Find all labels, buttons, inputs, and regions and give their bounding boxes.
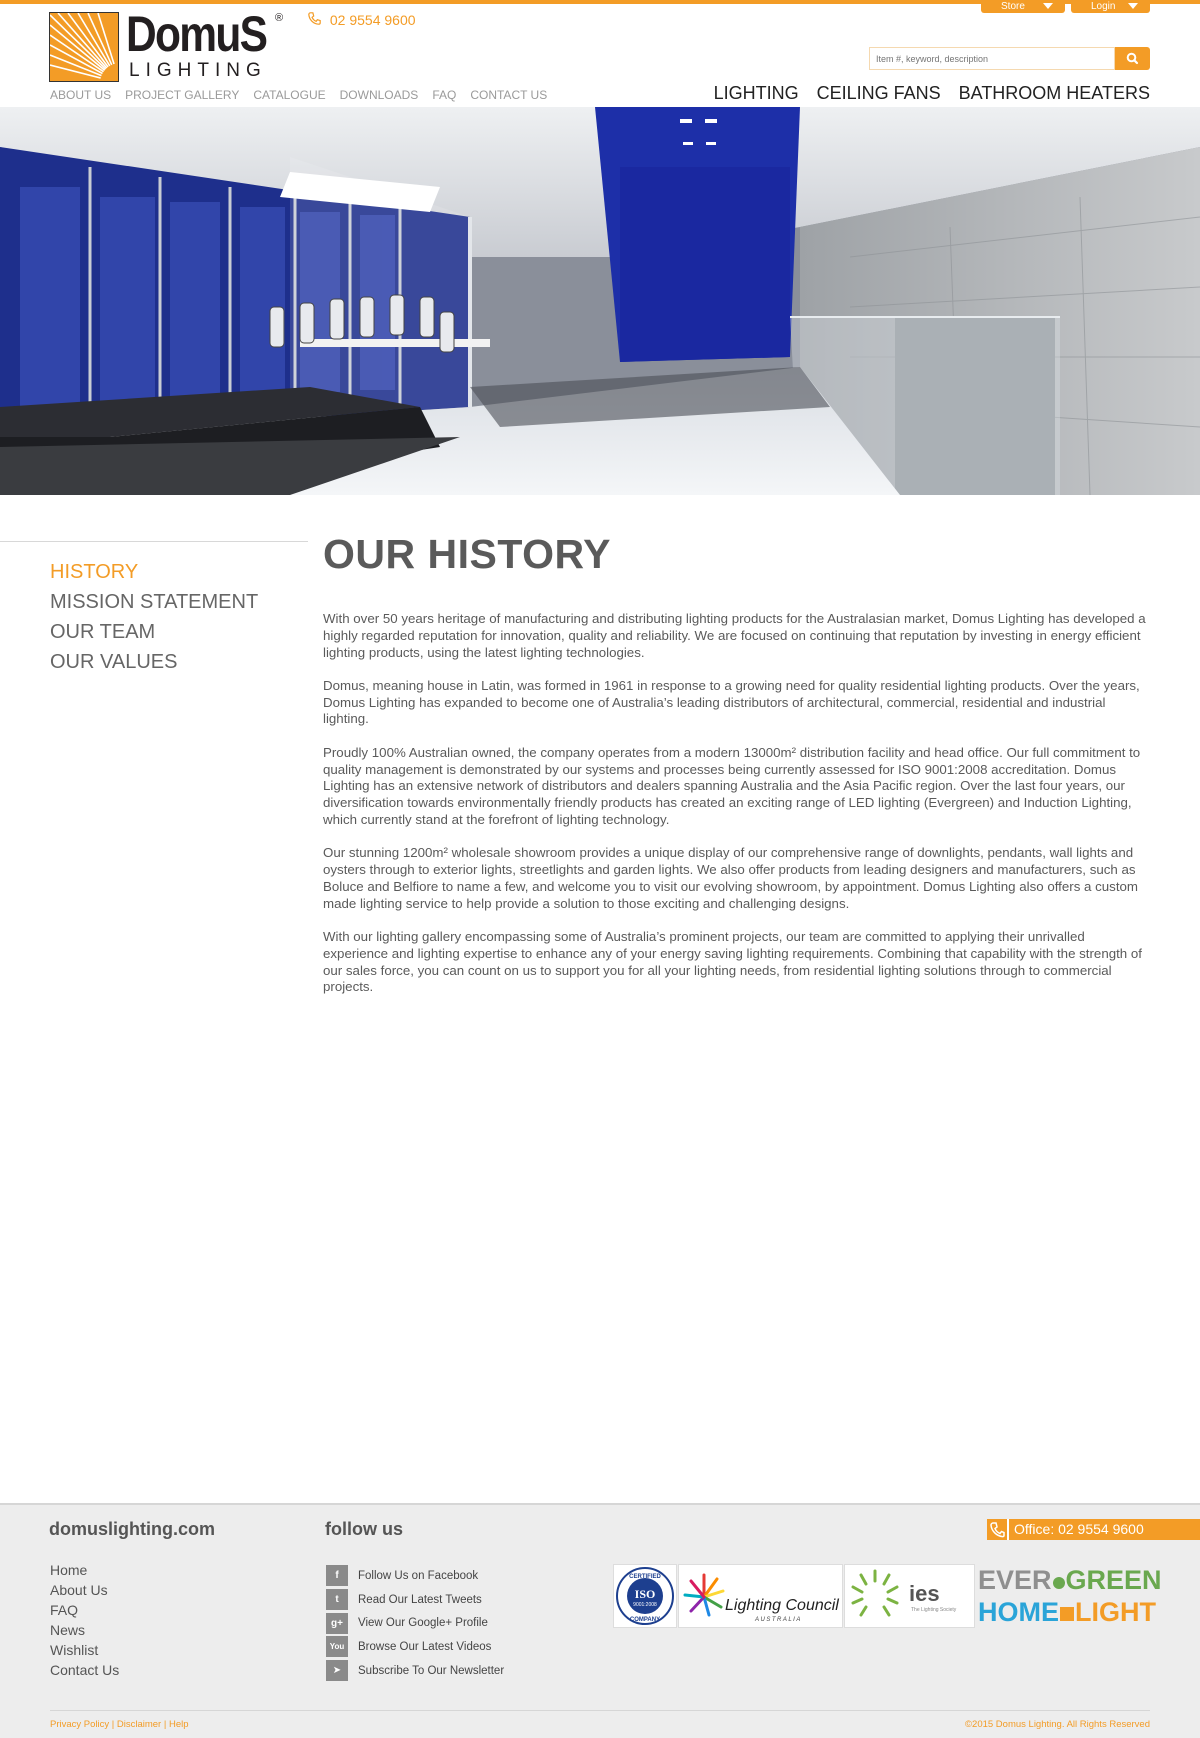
homelight-logo-part: LIGHT: [1075, 1597, 1156, 1627]
nav-bathroom-heaters[interactable]: BATHROOM HEATERS: [959, 82, 1150, 104]
login-dropdown-button[interactable]: Login: [1071, 0, 1150, 13]
primary-nav: LIGHTING CEILING FANS BATHROOM HEATERS: [696, 82, 1150, 104]
footer-office-phone[interactable]: Office: 02 9554 9600: [987, 1519, 1200, 1540]
nav-downloads[interactable]: DOWNLOADS: [340, 88, 419, 102]
homelight-logo-part: HOME: [978, 1597, 1059, 1627]
house-icon: [1060, 1607, 1074, 1621]
ies-logo: ies The Lighting Society: [844, 1564, 975, 1628]
social-facebook-link[interactable]: f Follow Us on Facebook: [326, 1564, 504, 1588]
evergreen-logo-part: GREEN: [1065, 1565, 1162, 1595]
phone-icon: [987, 1519, 1009, 1540]
ies-text: ies: [909, 1581, 940, 1606]
search-input[interactable]: [869, 47, 1115, 70]
search-button[interactable]: [1115, 47, 1150, 70]
help-link[interactable]: Help: [169, 1719, 189, 1730]
sidebar-item-our-values[interactable]: OUR VALUES: [50, 647, 258, 677]
history-paragraph: Proudly 100% Australian owned, the compa…: [323, 744, 1141, 827]
phone-number: 02 9554 9600: [329, 12, 416, 28]
store-dropdown-button[interactable]: Store: [981, 0, 1065, 13]
secondary-nav: ABOUT US PROJECT GALLERY CATALOGUE DOWNL…: [50, 88, 561, 102]
social-label: Browse Our Latest Videos: [358, 1640, 492, 1653]
footer-link-news[interactable]: News: [50, 1620, 119, 1640]
social-twitter-link[interactable]: t Read Our Latest Tweets: [326, 1588, 504, 1612]
footer-link-home[interactable]: Home: [50, 1560, 119, 1580]
sidebar-item-mission-statement[interactable]: MISSION STATEMENT: [50, 587, 258, 617]
footer-links: Home About Us FAQ News Wishlist Contact …: [50, 1560, 119, 1680]
follow-us-heading: follow us: [325, 1519, 403, 1539]
store-label: Store: [1001, 1, 1025, 12]
evergreen-logo-part: EVER: [978, 1565, 1052, 1595]
nav-contact-us[interactable]: CONTACT US: [470, 88, 547, 102]
page-title: OUR HISTORY: [323, 531, 611, 577]
office-phone-text: Office: 02 9554 9600: [1014, 1521, 1144, 1537]
login-label: Login: [1091, 1, 1116, 12]
domus-lighting-logo[interactable]: DomuS ® LIGHTING: [49, 6, 287, 82]
sidebar-divider: [0, 541, 308, 542]
iso-bottom-text: COMPANY: [630, 1617, 660, 1623]
chevron-down-icon: [1128, 3, 1138, 9]
google-plus-icon: g+: [326, 1612, 348, 1634]
logo-subtitle: LIGHTING: [129, 60, 267, 81]
leaf-icon: [1052, 1577, 1065, 1589]
iso-certified-logo: CERTIFIED ISO 9001:2008 COMPANY: [613, 1564, 677, 1628]
nav-about-us[interactable]: ABOUT US: [50, 88, 111, 102]
copyright-text: ©2015 Domus Lighting. All Rights Reserve…: [965, 1719, 1150, 1730]
hero-office-image: [0, 107, 1200, 495]
about-sidebar-nav: HISTORY MISSION STATEMENT OUR TEAM OUR V…: [50, 557, 258, 677]
history-paragraph: Our stunning 1200m² wholesale showroom p…: [323, 845, 1138, 911]
search-icon: [1126, 52, 1139, 65]
logo-wordmark: DomuS: [126, 6, 268, 62]
social-label: Subscribe To Our Newsletter: [358, 1664, 505, 1677]
newsletter-icon: ➤: [326, 1660, 348, 1682]
sidebar-item-our-team[interactable]: OUR TEAM: [50, 617, 258, 647]
footer-domain: domuslighting.com: [49, 1519, 215, 1539]
history-paragraph: Domus, meaning house in Latin, was forme…: [323, 677, 1140, 727]
sidebar-item-history[interactable]: HISTORY: [50, 557, 258, 587]
nav-catalogue[interactable]: CATALOGUE: [253, 88, 325, 102]
social-links: f Follow Us on Facebook t Read Our Lates…: [326, 1564, 504, 1682]
footer-link-contact-us[interactable]: Contact Us: [50, 1660, 119, 1680]
social-label: Read Our Latest Tweets: [358, 1593, 482, 1606]
nav-project-gallery[interactable]: PROJECT GALLERY: [125, 88, 239, 102]
nav-ceiling-fans[interactable]: CEILING FANS: [817, 82, 941, 104]
footer-link-faq[interactable]: FAQ: [50, 1600, 119, 1620]
logo-sunburst-icon: [49, 12, 119, 82]
social-newsletter-link[interactable]: ➤ Subscribe To Our Newsletter: [326, 1659, 504, 1683]
history-content: With over 50 years heritage of manufactu…: [323, 611, 1150, 1013]
nav-faq[interactable]: FAQ: [432, 88, 456, 102]
homelight-logo: HOME LIGHT: [978, 1598, 1156, 1626]
footer-divider: [50, 1710, 1150, 1711]
logo-registered-mark: ®: [275, 12, 284, 24]
social-google-plus-link[interactable]: g+ View Our Google+ Profile: [326, 1611, 504, 1635]
footer-link-wishlist[interactable]: Wishlist: [50, 1640, 119, 1660]
lighting-council-text: Lighting Council: [725, 1597, 839, 1614]
footer-link-about-us[interactable]: About Us: [50, 1580, 119, 1600]
chevron-down-icon: [1043, 3, 1053, 9]
lighting-council-sub: AUSTRALIA: [754, 1617, 802, 1623]
header-phone[interactable]: 02 9554 9600: [308, 11, 416, 29]
twitter-icon: t: [326, 1589, 348, 1611]
youtube-icon: You: [326, 1636, 348, 1658]
facebook-icon: f: [326, 1565, 348, 1587]
privacy-policy-link[interactable]: Privacy Policy: [50, 1719, 109, 1730]
history-paragraph: With our lighting gallery encompassing s…: [323, 928, 1142, 995]
history-paragraph: With over 50 years heritage of manufactu…: [323, 611, 1146, 660]
footer-legal-links: Privacy Policy | Disclaimer | Help: [50, 1719, 189, 1730]
iso-number-text: 9001:2008: [633, 1602, 657, 1608]
ies-subtitle: The Lighting Society: [911, 1607, 957, 1613]
evergreen-logo: EVER GREEN: [978, 1566, 1162, 1594]
iso-top-text: CERTIFIED: [629, 1574, 661, 1580]
lighting-council-logo: Lighting Council AUSTRALIA: [678, 1564, 843, 1628]
social-label: View Our Google+ Profile: [358, 1617, 488, 1630]
social-label: Follow Us on Facebook: [358, 1569, 479, 1582]
disclaimer-link[interactable]: Disclaimer: [117, 1719, 161, 1730]
iso-text: ISO: [635, 1587, 656, 1601]
site-footer: domuslighting.com Home About Us FAQ News…: [0, 1503, 1200, 1738]
nav-lighting[interactable]: LIGHTING: [714, 82, 799, 104]
phone-icon: [308, 11, 322, 29]
social-youtube-link[interactable]: You Browse Our Latest Videos: [326, 1635, 504, 1659]
